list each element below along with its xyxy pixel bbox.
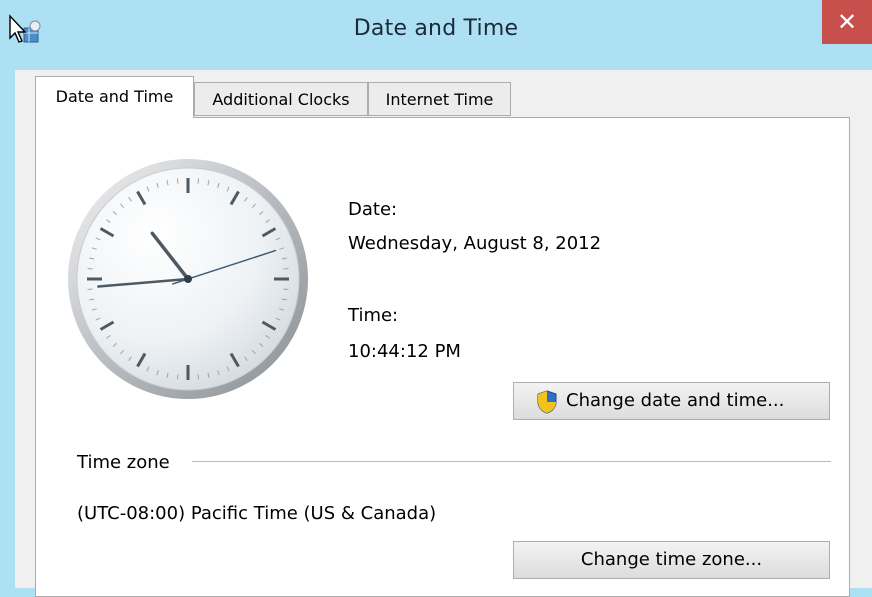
change-time-zone-button[interactable]: Change time zone... (513, 541, 830, 579)
time-zone-legend: Time zone (77, 452, 170, 473)
clock-minute-tick (283, 288, 289, 291)
clock-minute-tick (87, 267, 93, 270)
time-zone-value: (UTC-08:00) Pacific Time (US & Canada) (77, 503, 437, 524)
clock-minute-tick (176, 178, 179, 184)
analog-clock (68, 159, 308, 399)
time-value: 10:44:12 PM (348, 341, 461, 362)
date-and-time-window: Date and Time ✕ Date and Time Additional… (0, 0, 872, 597)
clock-minute-tick (197, 374, 200, 380)
time-label: Time: (348, 305, 399, 326)
tab-label: Date and Time (55, 87, 174, 106)
tab-label: Internet Time (385, 90, 494, 109)
tab-date-and-time[interactable]: Date and Time (35, 76, 194, 118)
date-label: Date: (348, 199, 398, 220)
uac-shield-icon (537, 390, 557, 414)
window-title: Date and Time (353, 16, 519, 41)
clock-center (184, 275, 192, 283)
time-zone-divider (192, 461, 831, 462)
tab-label: Additional Clocks (212, 90, 350, 109)
clock-minute-tick (197, 178, 200, 184)
clock-minute-tick (176, 374, 179, 380)
clock-minute-tick (87, 288, 93, 291)
change-time-zone-label: Change time zone... (580, 549, 763, 570)
close-button[interactable]: ✕ (822, 0, 872, 44)
tab-internet-time[interactable]: Internet Time (368, 82, 511, 116)
change-date-time-button[interactable]: Change date and time... (513, 382, 830, 420)
close-icon: ✕ (836, 8, 858, 36)
tab-additional-clocks[interactable]: Additional Clocks (194, 82, 368, 116)
date-value: Wednesday, August 8, 2012 (348, 233, 602, 254)
clock-minute-tick (283, 267, 289, 270)
change-date-time-label: Change date and time... (566, 390, 785, 411)
